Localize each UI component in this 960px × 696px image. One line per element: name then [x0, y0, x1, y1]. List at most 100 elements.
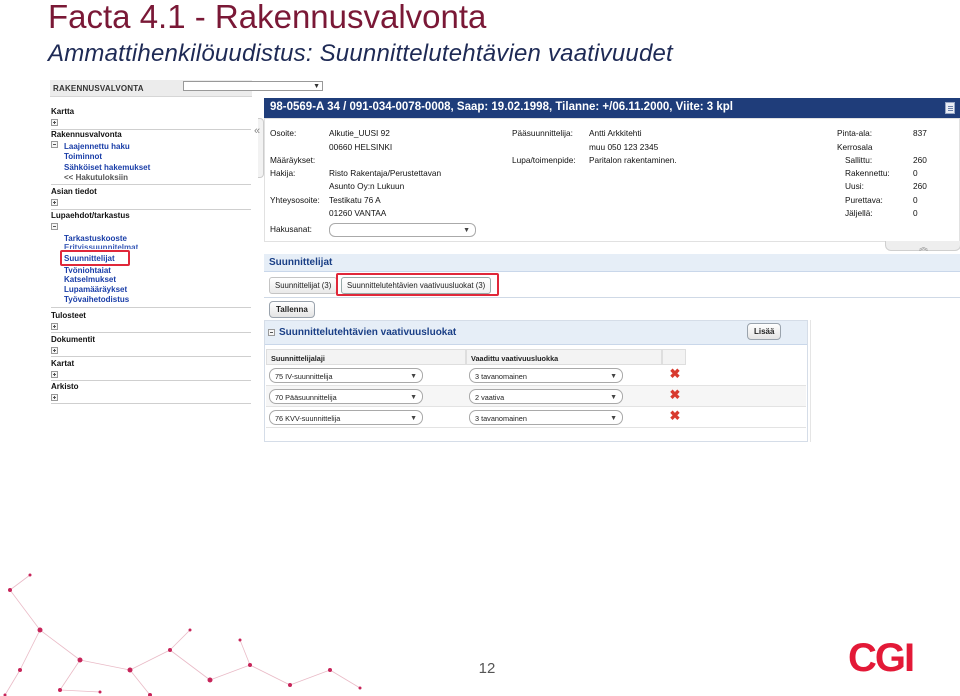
- add-button[interactable]: Lisää: [747, 323, 782, 340]
- nav-link-sahkoiset-hakemukset[interactable]: Sähköiset hakemukset: [64, 163, 150, 172]
- label-hakija: Hakija:: [270, 168, 296, 178]
- expand-icon[interactable]: [51, 323, 58, 330]
- value-hakija: Risto Rakentaja/Perustettavan: [329, 168, 442, 178]
- hakusanat-select[interactable]: ▼: [329, 223, 476, 237]
- document-icon[interactable]: [945, 102, 955, 114]
- delete-icon[interactable]: ✖: [669, 367, 681, 380]
- column-header-blank: [686, 349, 806, 365]
- cgi-logo: CGI: [848, 636, 915, 677]
- network-decoration: [3, 573, 362, 696]
- divider: [51, 380, 251, 381]
- delete-icon[interactable]: ✖: [669, 409, 681, 422]
- expand-icon[interactable]: [51, 119, 58, 126]
- expand-icon[interactable]: [51, 199, 58, 206]
- section-header-suunnittelijat: Suunnittelijat: [264, 254, 960, 272]
- chevron-down-icon: ▼: [610, 373, 617, 380]
- save-button[interactable]: Tallenna: [269, 301, 315, 318]
- nav-section-asian-tiedot[interactable]: Asian tiedot: [51, 187, 97, 196]
- select-value: 70 Pääsuunnittelija: [275, 393, 337, 402]
- column-header-vaativuusluokka: Vaadittu vaativuusluokka: [466, 349, 662, 365]
- divider: [51, 307, 251, 308]
- vaativuusluokka-select[interactable]: 2 vaativa ▼: [469, 389, 623, 404]
- value-jaljella: 0: [913, 208, 918, 218]
- nav-link-hakutuloksiin[interactable]: << Hakutuloksiin: [64, 173, 128, 182]
- select-value: 3 tavanomainen: [475, 414, 527, 423]
- case-info: Osoite: Alkutie_UUSI 92 00660 HELSINKI M…: [264, 118, 960, 252]
- suunnittelijalaji-select[interactable]: 75 IV-suunnittelija ▼: [269, 368, 423, 383]
- nav-section-dokumentit[interactable]: Dokumentit: [51, 335, 95, 344]
- sidebar-title: RAKENNUSVALVONTA: [53, 84, 144, 93]
- highlight-box: [60, 250, 130, 266]
- empty-area: [810, 320, 960, 442]
- delete-icon[interactable]: ✖: [669, 388, 681, 401]
- nav-link-katselmukset[interactable]: Katselmukset: [64, 275, 116, 284]
- section-title: Suunnittelijat: [269, 257, 333, 268]
- nav-link-tyovaihetodistus[interactable]: Työvaihetodistus: [64, 295, 129, 304]
- nav-section-arkisto[interactable]: Arkisto: [51, 382, 79, 391]
- value-paasuunnittelija: Antti Arkkitehti: [589, 128, 642, 138]
- nav-section-rakennusvalvonta[interactable]: Rakennusvalvonta: [51, 130, 122, 139]
- label-pinta-ala: Pinta-ala:: [837, 128, 873, 138]
- case-title-bar: 98-0569-A 34 / 091-034-0078-0008, Saap: …: [264, 98, 960, 118]
- label-osoite: Osoite:: [270, 128, 297, 138]
- suunnittelijalaji-select[interactable]: 70 Pääsuunnittelija ▼: [269, 389, 423, 404]
- nav-section-kartat[interactable]: Kartat: [51, 359, 74, 368]
- vaativuusluokka-select[interactable]: 3 tavanomainen ▼: [469, 368, 623, 383]
- slide-title: Facta 4.1 - Rakennusvalvonta: [48, 0, 487, 35]
- expand-icon[interactable]: [51, 347, 58, 354]
- expand-icon[interactable]: [51, 371, 58, 378]
- nav-section-lupaehdot[interactable]: Lupaehdot/tarkastus: [51, 211, 130, 220]
- nav-link-lupamaaraykset[interactable]: Lupamääräykset: [64, 285, 127, 294]
- page-number: 12: [478, 660, 496, 677]
- slide-subtitle: Ammattihenkilöuudistus: Suunnittelutehtä…: [48, 40, 673, 67]
- table-row: 76 KVV-suunnittelija ▼ 3 tavanomainen ▼ ✖: [266, 407, 806, 428]
- double-chevron-left-icon: «: [254, 125, 261, 137]
- chevron-down-icon: ▼: [610, 394, 617, 401]
- label-lupa: Lupa/toimenpide:: [512, 155, 576, 165]
- table-row: 75 IV-suunnittelija ▼ 3 tavanomainen ▼ ✖: [266, 365, 806, 386]
- sidebar: RAKENNUSVALVONTA ▼ Kartta Rakennusvalvon…: [50, 80, 323, 442]
- chevron-down-icon: ▼: [410, 394, 417, 401]
- label-paasuunnittelija: Pääsuunnittelija:: [512, 128, 573, 138]
- collapse-icon[interactable]: [268, 329, 275, 336]
- nav-link-laajennettu-haku[interactable]: Laajennettu haku: [64, 142, 130, 151]
- select-value: 76 KVV-suunnittelija: [275, 414, 341, 423]
- chevron-down-icon: ▼: [410, 373, 417, 380]
- value-sallittu: 260: [913, 155, 927, 165]
- column-header-suunnittelijalaji: Suunnittelijalaji: [266, 349, 466, 365]
- label-kerrosala: Kerrosala: [837, 142, 873, 152]
- logo-text: CGI: [848, 636, 913, 677]
- column-header-delete: [662, 349, 686, 365]
- slide: { "slide": { "title": "Facta 4.1 - Raken…: [0, 0, 960, 696]
- nav-link-tyonjohtajat[interactable]: Työnjohtajat: [64, 266, 111, 273]
- nav-link-tarkastuskooste[interactable]: Tarkastuskooste: [64, 234, 127, 243]
- vaativuusluokka-select[interactable]: 3 tavanomainen ▼: [469, 410, 623, 425]
- vaativuusluokat-title: Suunnittelutehtävien vaativuusluokat: [279, 327, 457, 338]
- chevron-up-icon: ︽: [919, 242, 929, 252]
- highlight-box: [336, 273, 499, 296]
- divider: [51, 332, 251, 333]
- collapse-icon[interactable]: [51, 223, 58, 230]
- value-hakija-2: Asunto Oy:n Lukuun: [329, 181, 405, 191]
- collapse-info-tab[interactable]: ︽: [885, 241, 960, 252]
- collapse-icon[interactable]: [51, 141, 58, 148]
- expand-icon[interactable]: [51, 394, 58, 401]
- label-yhteysosoite: Yhteysosoite:: [270, 195, 320, 205]
- case-title: 98-0569-A 34 / 091-034-0078-0008, Saap: …: [270, 101, 733, 113]
- value-rakennettu: 0: [913, 168, 918, 178]
- select-value: 75 IV-suunnittelija: [275, 372, 333, 381]
- vaativuusluokat-panel: Suunnittelutehtävien vaativuusluokat Lis…: [264, 320, 808, 442]
- nav-section-tulosteet[interactable]: Tulosteet: [51, 311, 86, 320]
- nav-section-kartta[interactable]: Kartta: [51, 107, 74, 116]
- label-hakusanat: Hakusanat:: [270, 224, 312, 234]
- chevron-down-icon: ▼: [313, 83, 320, 90]
- nav-link-erityissuunnitelmat[interactable]: Erityissuunnitelmat: [64, 243, 138, 249]
- module-select[interactable]: ▼: [183, 81, 323, 91]
- value-osoite: Alkutie_UUSI 92: [329, 128, 390, 138]
- value-paasuunnittelija-phone: muu 050 123 2345: [589, 142, 659, 152]
- suunnittelijalaji-select[interactable]: 76 KVV-suunnittelija ▼: [269, 410, 423, 425]
- table-row: 70 Pääsuunnittelija ▼ 2 vaativa ▼ ✖: [266, 386, 806, 407]
- tab-suunnittelijat[interactable]: Suunnittelijat (3): [269, 277, 338, 294]
- nav-link-toiminnot[interactable]: Toiminnot: [64, 152, 102, 161]
- value-postal: 00660 HELSINKI: [329, 142, 393, 152]
